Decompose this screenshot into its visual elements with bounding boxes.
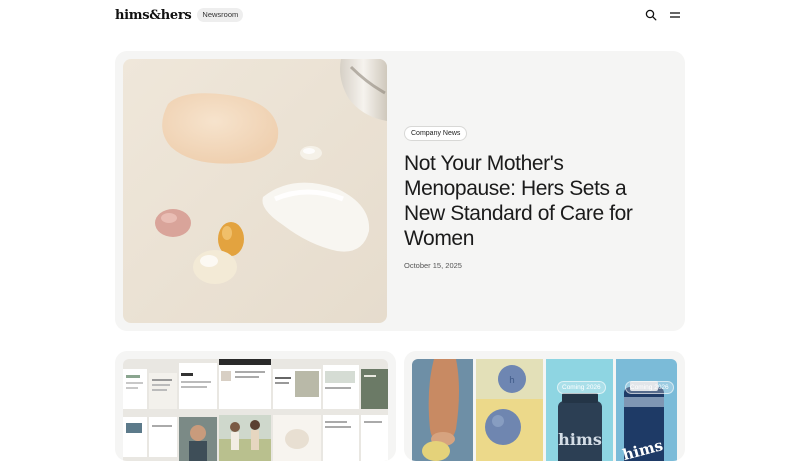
brand: hims&hers Newsroom — [115, 7, 244, 23]
featured-article-text: Company News Not Your Mother's Menopause… — [404, 120, 666, 270]
report-collage-image[interactable] — [123, 359, 388, 461]
site-header: hims&hers Newsroom — [0, 0, 800, 30]
search-icon[interactable] — [645, 9, 657, 21]
coming-badge-2: Coming 2026 — [625, 381, 674, 394]
supplements-photo — [123, 59, 387, 323]
svg-text:h: h — [509, 376, 515, 386]
product-collage-image[interactable]: h hims hims Coming 2026 Coming 2026 — [412, 359, 677, 461]
article-date: October 15, 2025 — [404, 261, 462, 270]
article-card-reports[interactable] — [115, 351, 396, 461]
featured-article-card[interactable]: Company News Not Your Mother's Menopause… — [115, 51, 685, 331]
featured-article-image[interactable] — [123, 59, 387, 323]
category-tag[interactable]: Company News — [404, 126, 468, 141]
bottle-label-1: hims — [558, 430, 602, 449]
hims-hers-logo[interactable]: hims&hers — [115, 8, 192, 23]
coming-badge-1: Coming 2026 — [557, 381, 606, 394]
article-headline[interactable]: Not Your Mother's Menopause: Hers Sets a… — [404, 151, 666, 251]
newsroom-badge[interactable]: Newsroom — [197, 8, 244, 22]
products-photo: h hims hims — [412, 359, 677, 461]
article-card-products[interactable]: h hims hims Coming 2026 Coming 2026 — [404, 351, 685, 461]
menu-icon[interactable] — [669, 9, 681, 21]
report-pages-collage — [123, 359, 388, 461]
